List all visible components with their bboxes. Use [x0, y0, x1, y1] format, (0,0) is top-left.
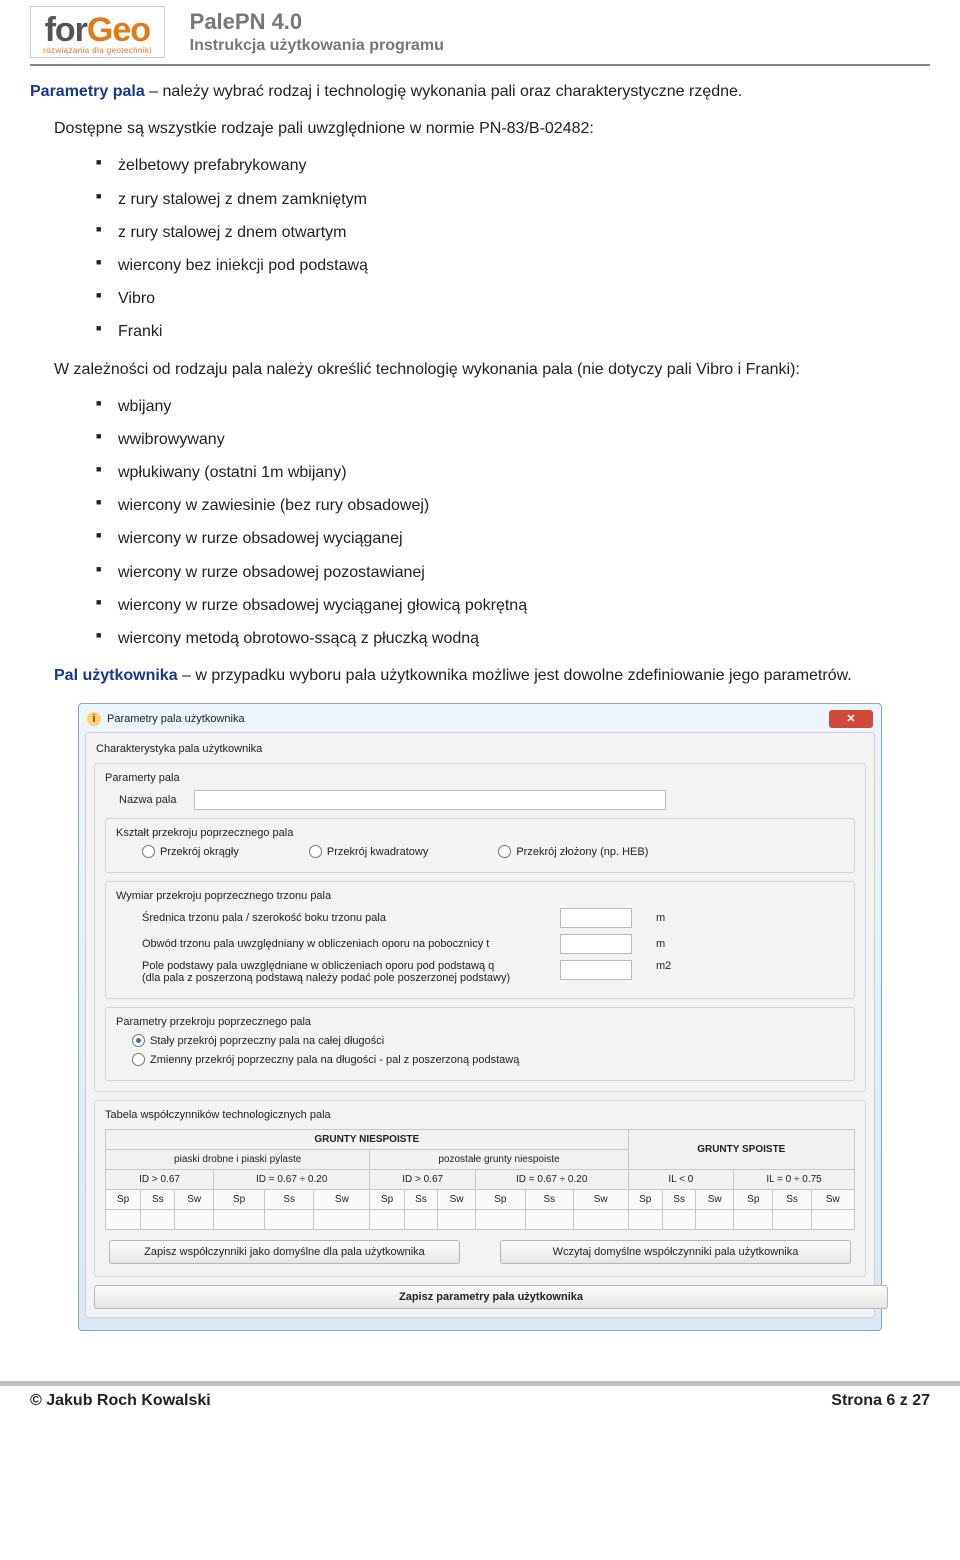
- dim-area-label: Pole podstawy pala uwzględniane w oblicz…: [142, 960, 542, 984]
- coef-input[interactable]: [106, 1210, 141, 1230]
- list-item: z rury stalowej z dnem otwartym: [118, 219, 930, 246]
- list-item: z rury stalowej z dnem zamkniętym: [118, 186, 930, 213]
- list-technologies: wbijany wwibrowywany wpłukiwany (ostatni…: [30, 393, 930, 653]
- list-item: wbijany: [118, 393, 930, 420]
- coef-input[interactable]: [696, 1210, 734, 1230]
- coef-input[interactable]: [811, 1210, 854, 1230]
- para-3: W zależności od rodzaju pala należy okre…: [30, 356, 930, 383]
- dim-perimeter-label: Obwód trzonu pala uwzględniany w oblicze…: [142, 938, 542, 950]
- save-parameters-button[interactable]: Zapisz parametry pala użytkownika: [94, 1285, 888, 1309]
- coef-input[interactable]: [475, 1210, 525, 1230]
- save-defaults-button[interactable]: Zapisz współczynniki jako domyślne dla p…: [109, 1240, 460, 1264]
- list-item: wiercony w rurze obsadowej wyciąganej gł…: [118, 592, 930, 619]
- para-2: Dostępne są wszystkie rodzaje pali uwzgl…: [30, 115, 930, 142]
- dialog-user-pile: i Parametry pala użytkownika ✕ Charakter…: [78, 703, 882, 1331]
- dim-diameter-input[interactable]: [560, 908, 632, 928]
- radio-shape-square[interactable]: Przekrój kwadratowy: [309, 845, 428, 858]
- list-item: wpłukiwany (ostatni 1m wbijany): [118, 459, 930, 486]
- pile-name-label: Nazwa pala: [119, 794, 176, 806]
- unit-label: m: [656, 912, 665, 924]
- load-defaults-button[interactable]: Wczytaj domyślne współczynniki pala użyt…: [500, 1240, 851, 1264]
- pile-name-input[interactable]: [194, 790, 666, 810]
- coef-input[interactable]: [141, 1210, 175, 1230]
- close-button[interactable]: ✕: [829, 710, 873, 728]
- list-item: Franki: [118, 318, 930, 345]
- unit-label: m2: [656, 960, 671, 972]
- coef-input[interactable]: [370, 1210, 404, 1230]
- coefficients-table: GRUNTY NIESPOISTE GRUNTY SPOISTE piaski …: [105, 1129, 855, 1230]
- coef-input[interactable]: [662, 1210, 695, 1230]
- coef-input[interactable]: [438, 1210, 476, 1230]
- coef-input[interactable]: [628, 1210, 662, 1230]
- list-item: wiercony bez iniekcji pod podstawą: [118, 252, 930, 279]
- logo: forGeo rozwiązania dla geotechniki: [30, 6, 165, 58]
- doc-title: PalePN 4.0: [190, 9, 444, 35]
- coef-input[interactable]: [734, 1210, 773, 1230]
- unit-label: m: [656, 938, 665, 950]
- header-rule: [30, 64, 930, 66]
- footer-author: © Jakub Roch Kowalski: [30, 1392, 211, 1410]
- dim-area-input[interactable]: [560, 960, 632, 980]
- coef-input[interactable]: [175, 1210, 214, 1230]
- list-item: wwibrowywany: [118, 426, 930, 453]
- coef-input[interactable]: [214, 1210, 265, 1230]
- coef-input[interactable]: [773, 1210, 811, 1230]
- para-4: Pal użytkownika – w przypadku wyboru pal…: [30, 662, 930, 689]
- footer-page: Strona 6 z 27: [831, 1392, 930, 1410]
- section-heading: Paramerty pala: [105, 772, 855, 784]
- radio-shape-round[interactable]: Przekrój okrągły: [142, 845, 239, 858]
- list-item: wiercony w zawiesinie (bez rury obsadowe…: [118, 492, 930, 519]
- list-item: wiercony w rurze obsadowej wyciąganej: [118, 525, 930, 552]
- list-pile-types: żelbetowy prefabrykowany z rury stalowej…: [30, 152, 930, 345]
- group-title: Tabela współczynników technologicznych p…: [105, 1109, 855, 1121]
- page-header: forGeo rozwiązania dla geotechniki PaleP…: [30, 0, 930, 62]
- group-title: Wymiar przekroju poprzecznego trzonu pal…: [116, 890, 844, 902]
- list-item: żelbetowy prefabrykowany: [118, 152, 930, 179]
- coef-input[interactable]: [525, 1210, 573, 1230]
- dim-diameter-label: Średnica trzonu pala / szerokość boku tr…: [142, 912, 542, 924]
- coef-input[interactable]: [314, 1210, 370, 1230]
- coef-input[interactable]: [265, 1210, 314, 1230]
- dialog-title: Parametry pala użytkownika: [107, 713, 245, 725]
- list-item: wiercony metodą obrotowo-ssącą z płuczką…: [118, 625, 930, 652]
- radio-section-constant[interactable]: Stały przekrój poprzeczny pala na całej …: [132, 1034, 384, 1047]
- radio-shape-composite[interactable]: Przekrój złożony (np. HEB): [498, 845, 648, 858]
- group-title: Parametry przekroju poprzecznego pala: [116, 1016, 844, 1028]
- para-1: Parametry pala – należy wybrać rodzaj i …: [30, 78, 930, 105]
- coef-input[interactable]: [404, 1210, 437, 1230]
- info-icon: i: [87, 712, 101, 726]
- section-heading: Charakterystyka pala użytkownika: [96, 743, 866, 755]
- coef-input[interactable]: [573, 1210, 628, 1230]
- list-item: wiercony w rurze obsadowej pozostawianej: [118, 559, 930, 586]
- doc-subtitle: Instrukcja użytkowania programu: [190, 37, 444, 55]
- list-item: Vibro: [118, 285, 930, 312]
- radio-section-variable[interactable]: Zmienny przekrój poprzeczny pala na dług…: [132, 1053, 519, 1066]
- dim-perimeter-input[interactable]: [560, 934, 632, 954]
- group-title: Kształt przekroju poprzecznego pala: [116, 827, 844, 839]
